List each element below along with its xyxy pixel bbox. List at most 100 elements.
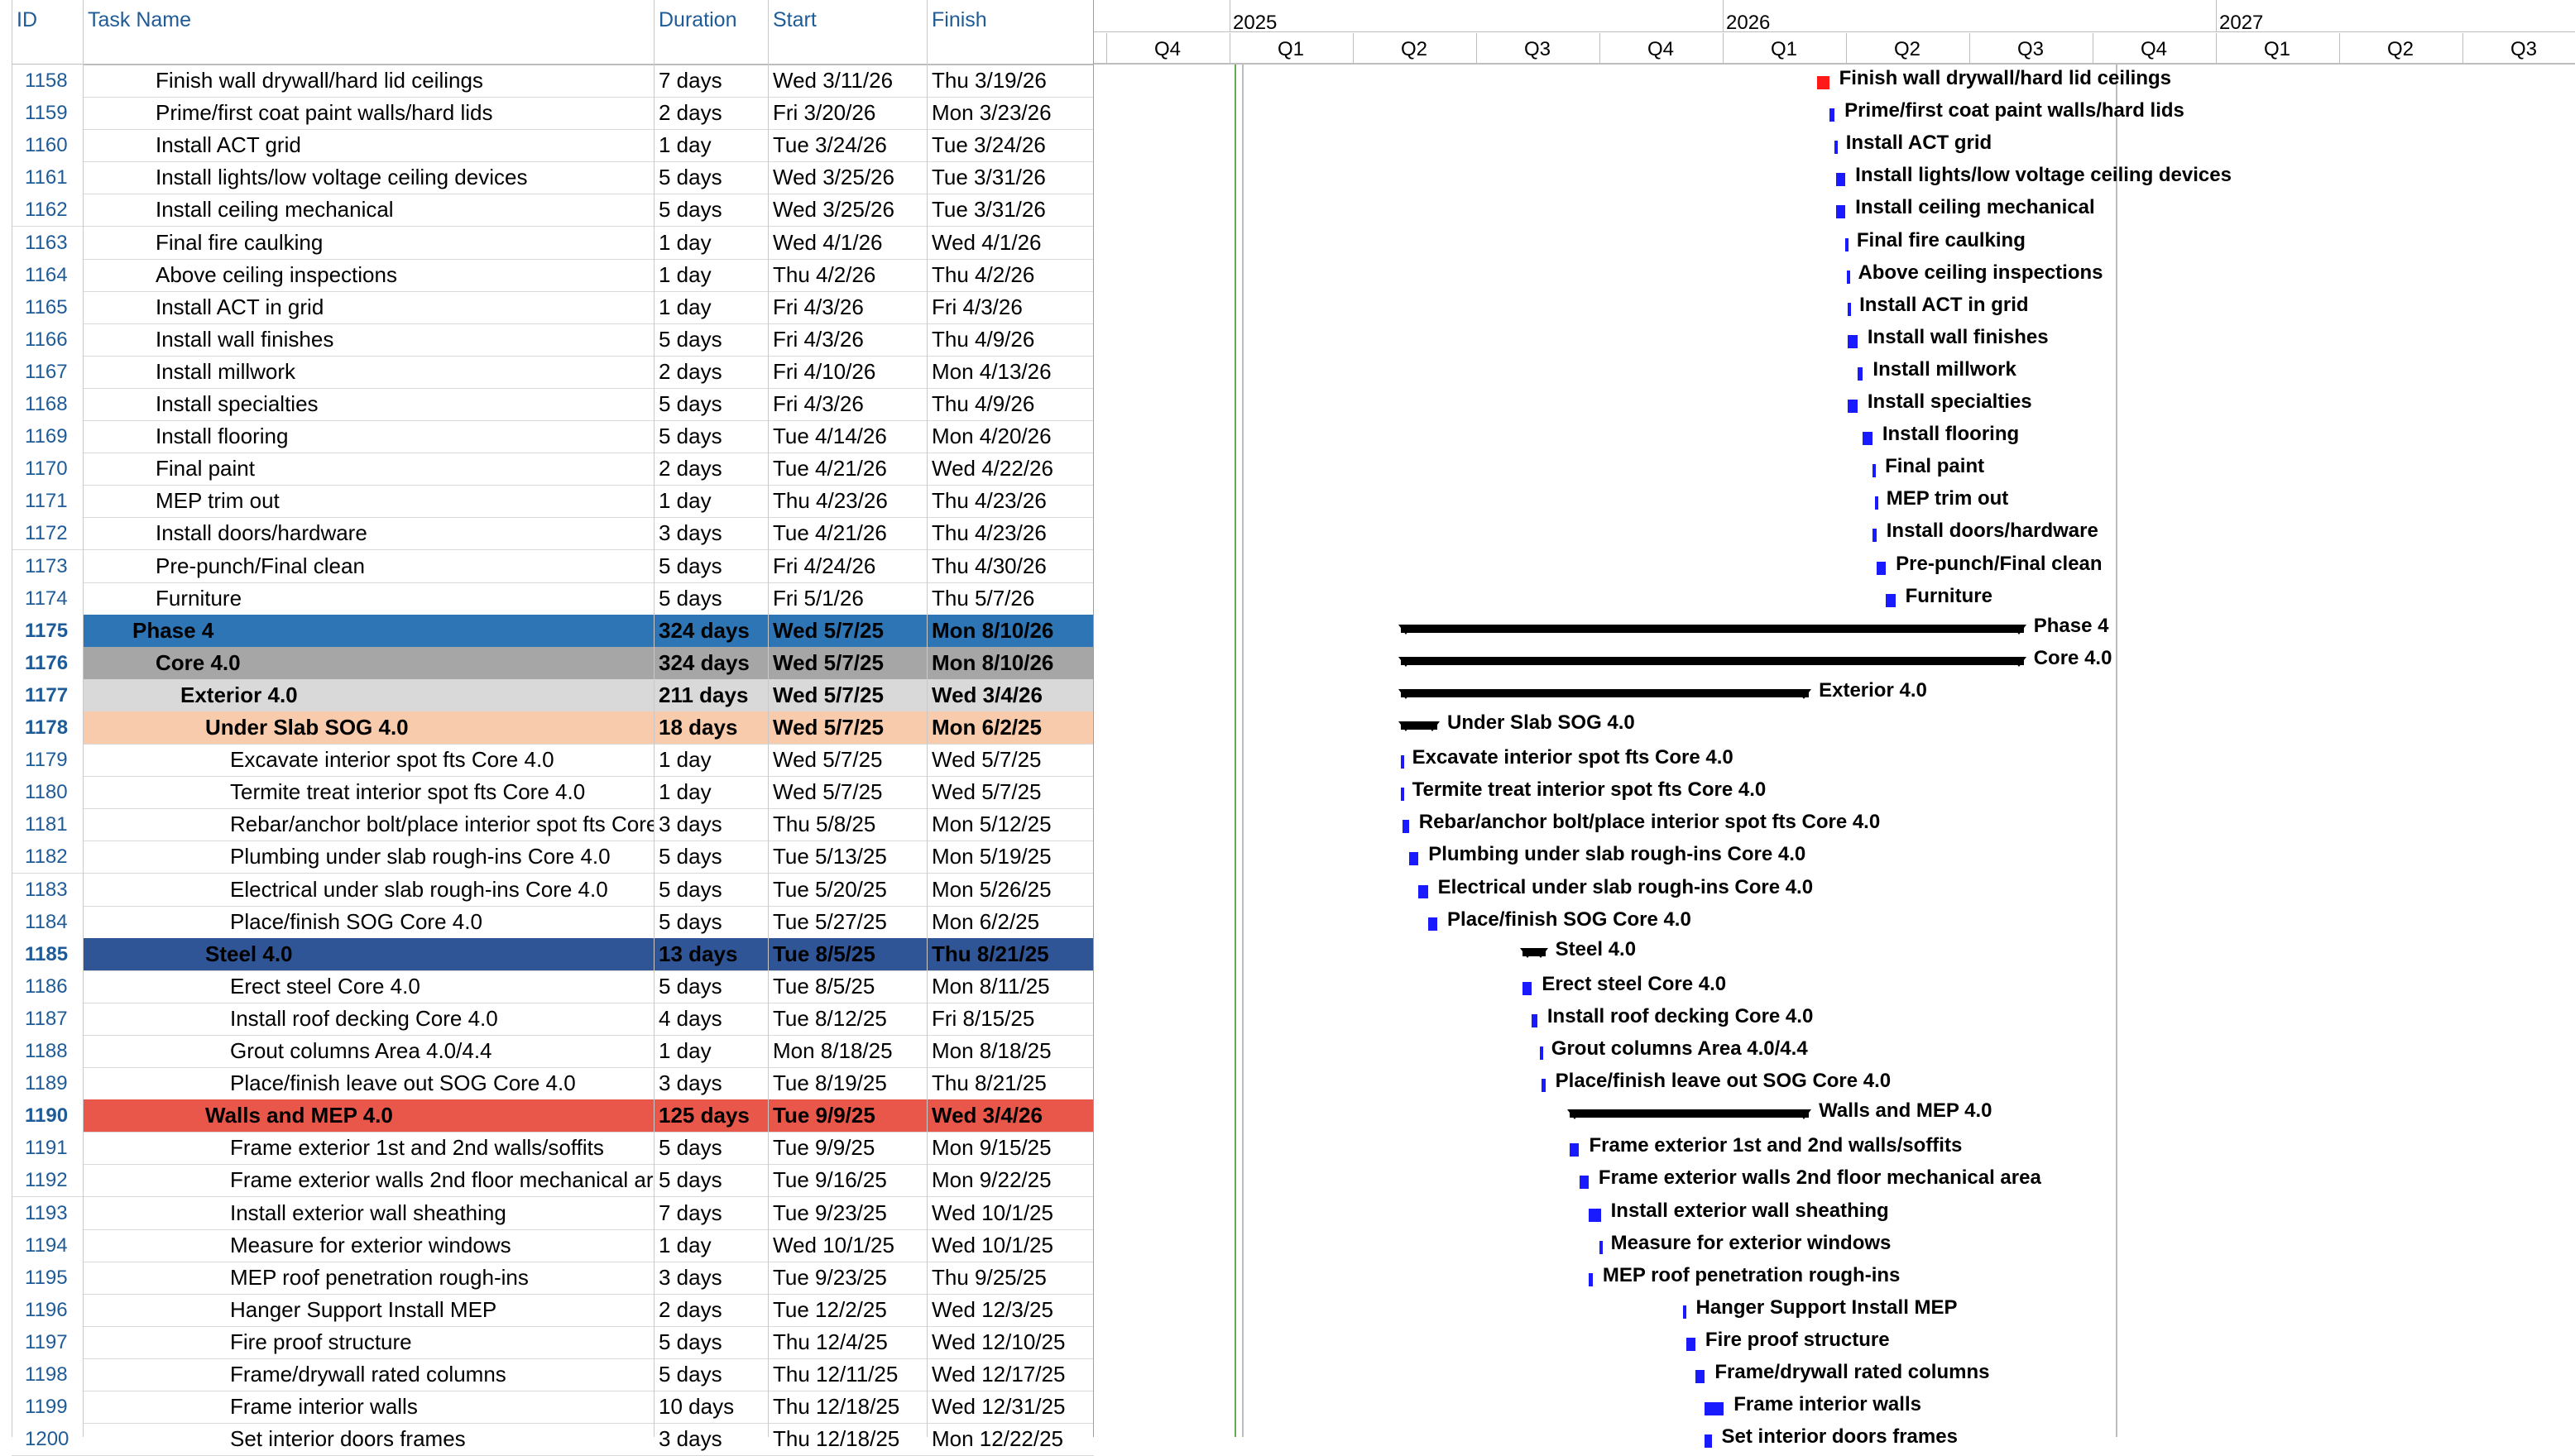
column-header-finish[interactable]: Finish: [927, 0, 1094, 65]
task-id-cell[interactable]: 1190: [12, 1099, 83, 1133]
task-start-cell[interactable]: Fri 4/3/26: [768, 388, 927, 420]
table-row[interactable]: 1173 Pre-punch/Final clean 5 days Fri 4/24/…: [12, 549, 1094, 583]
task-bar[interactable]: [1400, 788, 1404, 802]
task-bar[interactable]: [1400, 755, 1404, 769]
summary-task-row[interactable]: 1176 Core 4.0 324 days Wed 5/7/25 Mon 8/10/2…: [12, 646, 1094, 680]
task-finish-cell[interactable]: Wed 3/4/26: [927, 1099, 1094, 1133]
task-name-cell[interactable]: MEP roof penetration rough-ins: [83, 1262, 654, 1294]
task-id-cell[interactable]: 1182: [12, 841, 83, 874]
table-row[interactable]: 1195 MEP roof penetration rough-ins 3 days…: [12, 1261, 1094, 1295]
task-start-cell[interactable]: Thu 12/18/25: [768, 1391, 927, 1423]
task-start-cell[interactable]: Mon 8/18/25: [768, 1035, 927, 1067]
summary-bar[interactable]: [1398, 624, 2026, 635]
task-bar[interactable]: [1599, 1240, 1603, 1254]
task-bar[interactable]: [1829, 108, 1835, 122]
task-finish-cell[interactable]: Thu 4/9/26: [927, 388, 1094, 420]
task-id-cell[interactable]: 1191: [12, 1132, 83, 1165]
summary-task-row[interactable]: 1177 Exterior 4.0 211 days Wed 5/7/25 Wed 3/…: [12, 678, 1094, 712]
task-finish-cell[interactable]: Mon 3/23/26: [927, 97, 1094, 129]
task-name-cell[interactable]: Install exterior wall sheathing: [83, 1197, 654, 1229]
task-id-cell[interactable]: 1171: [12, 485, 83, 518]
task-id-cell[interactable]: 1174: [12, 582, 83, 615]
task-bar[interactable]: [1588, 1208, 1601, 1222]
task-bar[interactable]: [1541, 1079, 1546, 1093]
task-bar[interactable]: [1418, 884, 1428, 898]
task-start-cell[interactable]: Thu 12/4/25: [768, 1326, 927, 1358]
critical-task-bar[interactable]: [1816, 76, 1829, 89]
task-name-cell[interactable]: Install ceiling mechanical: [83, 194, 654, 226]
task-id-cell[interactable]: 1197: [12, 1325, 83, 1358]
task-finish-cell[interactable]: Mon 4/20/26: [927, 420, 1094, 453]
task-id-cell[interactable]: 1198: [12, 1358, 83, 1391]
task-duration-cell[interactable]: 3 days: [654, 1423, 768, 1455]
task-name-cell[interactable]: Prime/first coat paint walls/hard lids: [83, 97, 654, 129]
task-start-cell[interactable]: Fri 4/3/26: [768, 323, 927, 356]
table-row[interactable]: 1164 Above ceiling inspections 1 day Thu 4/…: [12, 258, 1094, 292]
table-row[interactable]: 1171 MEP trim out 1 day Thu 4/23/26 Thu 4/23…: [12, 485, 1094, 519]
column-header-duration[interactable]: Duration: [654, 0, 768, 65]
table-row[interactable]: 1197 Fire proof structure 5 days Thu 12/4/2…: [12, 1325, 1094, 1359]
table-row[interactable]: 1183 Electrical under slab rough-ins Core…: [12, 873, 1094, 907]
task-finish-cell[interactable]: Mon 8/10/26: [927, 646, 1094, 679]
task-bar[interactable]: [1570, 1143, 1580, 1157]
task-finish-cell[interactable]: Mon 4/13/26: [927, 356, 1094, 388]
task-duration-cell[interactable]: 5 days: [654, 874, 768, 906]
table-row[interactable]: 1199 Frame interior walls 10 days Thu 12/18…: [12, 1391, 1094, 1425]
summary-task-row[interactable]: 1178 Under Slab SOG 4.0 18 days Wed 5/7/25 M…: [12, 711, 1094, 745]
task-finish-cell[interactable]: Wed 12/10/25: [927, 1326, 1094, 1358]
task-duration-cell[interactable]: 1 day: [654, 1035, 768, 1067]
task-id-cell[interactable]: 1170: [12, 453, 83, 486]
task-id-cell[interactable]: 1179: [12, 744, 83, 777]
task-start-cell[interactable]: Fri 5/1/26: [768, 582, 927, 615]
table-row[interactable]: 1158 Finish wall drywall/hard lid ceiling…: [12, 65, 1094, 98]
task-bar[interactable]: [1835, 173, 1846, 187]
task-start-cell[interactable]: Tue 8/5/25: [768, 937, 927, 970]
task-bar[interactable]: [1695, 1370, 1705, 1383]
task-duration-cell[interactable]: 2 days: [654, 97, 768, 129]
task-id-cell[interactable]: 1177: [12, 678, 83, 711]
task-finish-cell[interactable]: Mon 12/22/25: [927, 1423, 1094, 1455]
task-duration-cell[interactable]: 5 days: [654, 841, 768, 873]
task-id-cell[interactable]: 1194: [12, 1228, 83, 1262]
task-name-cell[interactable]: Grout columns Area 4.0/4.4: [83, 1035, 654, 1067]
task-id-cell[interactable]: 1163: [12, 226, 83, 259]
summary-bar[interactable]: [1567, 1109, 1812, 1120]
task-id-cell[interactable]: 1178: [12, 711, 83, 744]
table-row[interactable]: 1198 Frame/drywall rated columns 5 days Thu…: [12, 1358, 1094, 1391]
task-start-cell[interactable]: Wed 10/1/25: [768, 1229, 927, 1262]
task-finish-cell[interactable]: Mon 6/2/25: [927, 906, 1094, 938]
summary-task-row[interactable]: 1190 Walls and MEP 4.0 125 days Tue 9/9/25 W…: [12, 1099, 1094, 1133]
task-duration-cell[interactable]: 1 day: [654, 485, 768, 517]
task-start-cell[interactable]: Wed 5/7/25: [768, 678, 927, 711]
task-start-cell[interactable]: Tue 5/20/25: [768, 874, 927, 906]
table-row[interactable]: 1166 Install wall finishes 5 days Fri 4/3/2…: [12, 323, 1094, 357]
task-start-cell[interactable]: Thu 12/18/25: [768, 1423, 927, 1455]
task-name-cell[interactable]: Above ceiling inspections: [83, 259, 654, 291]
task-start-cell[interactable]: Wed 5/7/25: [768, 614, 927, 647]
task-bar[interactable]: [1846, 270, 1850, 284]
task-id-cell[interactable]: 1165: [12, 290, 83, 323]
summary-bar[interactable]: [1519, 947, 1548, 958]
task-finish-cell[interactable]: Thu 4/23/26: [927, 517, 1094, 549]
task-finish-cell[interactable]: Wed 10/1/25: [927, 1197, 1094, 1229]
task-duration-cell[interactable]: 5 days: [654, 388, 768, 420]
task-id-cell[interactable]: 1159: [12, 97, 83, 130]
task-bar[interactable]: [1886, 593, 1896, 607]
task-name-cell[interactable]: Furniture: [83, 582, 654, 615]
table-row[interactable]: 1191 Frame exterior 1st and 2nd walls/sof…: [12, 1132, 1094, 1166]
task-bar[interactable]: [1872, 529, 1877, 543]
task-finish-cell[interactable]: Thu 8/21/25: [927, 937, 1094, 970]
task-name-cell[interactable]: Electrical under slab rough-ins Core 4.0: [83, 874, 654, 906]
task-start-cell[interactable]: Wed 5/7/25: [768, 776, 927, 808]
task-name-cell[interactable]: Install lights/low voltage ceiling devic…: [83, 161, 654, 194]
task-bar[interactable]: [1848, 400, 1858, 413]
table-row[interactable]: 1193 Install exterior wall sheathing 7 day…: [12, 1196, 1094, 1230]
table-row[interactable]: 1168 Install specialties 5 days Fri 4/3/26 T…: [12, 388, 1094, 421]
task-start-cell[interactable]: Wed 3/25/26: [768, 194, 927, 226]
task-start-cell[interactable]: Thu 12/11/25: [768, 1358, 927, 1391]
task-id-cell[interactable]: 1183: [12, 873, 83, 906]
task-start-cell[interactable]: Tue 4/14/26: [768, 420, 927, 453]
task-id-cell[interactable]: 1199: [12, 1391, 83, 1424]
task-finish-cell[interactable]: Mon 5/26/25: [927, 874, 1094, 906]
task-bar[interactable]: [1532, 1013, 1537, 1027]
